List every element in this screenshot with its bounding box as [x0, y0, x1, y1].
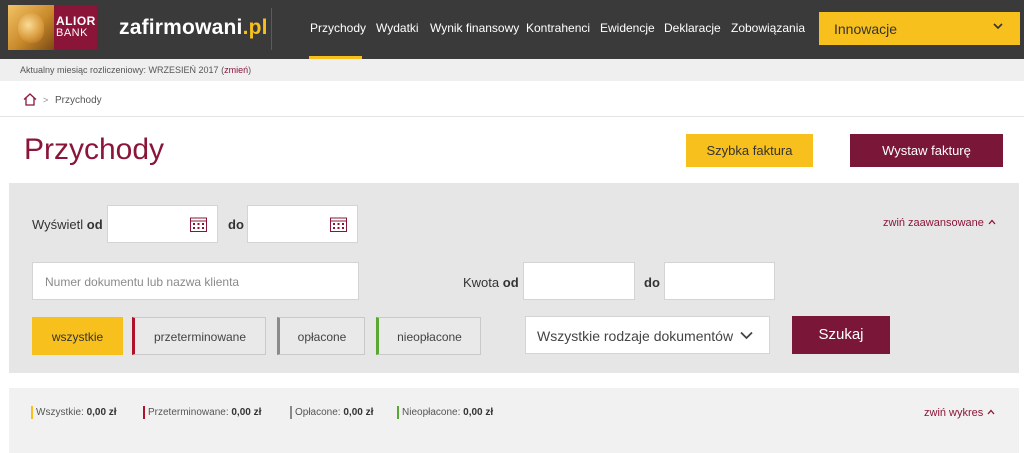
- collapse-advanced-label: zwiń zaawansowane: [883, 217, 984, 229]
- collapse-chart-link[interactable]: zwiń wykres: [924, 407, 995, 419]
- summary-overdue-value: 0,00 zł: [231, 407, 262, 418]
- amount-from-field[interactable]: [523, 262, 635, 300]
- close-paren: ): [248, 65, 252, 75]
- show-label: Wyświetl od: [32, 217, 103, 232]
- brand-name-ext: .pl: [242, 16, 268, 39]
- chevron-up-icon: [987, 409, 995, 415]
- billing-month-strip: Aktualny miesiąc rozliczeniowy: WRZESIEŃ…: [0, 59, 1024, 81]
- quick-invoice-button[interactable]: Szybka faktura: [686, 134, 813, 167]
- nav-item-zobowiazania[interactable]: Zobowiązania: [731, 21, 805, 35]
- brand-name-main: zafirmowani: [119, 16, 243, 39]
- date-to-label: do: [228, 217, 244, 232]
- calendar-icon[interactable]: [330, 216, 347, 232]
- chevron-down-icon: [993, 23, 1003, 30]
- amount-label: Kwota od: [463, 275, 519, 290]
- logo-line-2: BANK: [56, 27, 88, 39]
- innovations-dropdown[interactable]: Innowacje: [819, 12, 1020, 45]
- filter-panel: Wyświetl od do zwiń zaawansowane Numer d…: [9, 183, 1019, 373]
- nav-item-wynik-finansowy[interactable]: Wynik finansowy: [430, 21, 519, 35]
- summary-unpaid-value: 0,00 zł: [463, 407, 494, 418]
- nav-item-ewidencje[interactable]: Ewidencje: [600, 21, 655, 35]
- summary-paid-value: 0,00 zł: [343, 407, 374, 418]
- innovations-dropdown-label: Innowacje: [834, 21, 898, 37]
- chevron-down-icon: [740, 331, 753, 340]
- filter-overdue-button[interactable]: przeterminowane: [132, 317, 266, 355]
- breadcrumb-current: Przychody: [55, 95, 102, 106]
- summary-overdue-marker: [143, 406, 145, 419]
- date-to-field[interactable]: [247, 205, 358, 243]
- date-from-field[interactable]: [107, 205, 218, 243]
- breadcrumb: > Przychody: [0, 81, 1024, 117]
- filter-all-button[interactable]: wszystkie: [32, 317, 123, 355]
- billing-month-text: Aktualny miesiąc rozliczeniowy: WRZESIEŃ…: [20, 65, 251, 75]
- amount-from-label: od: [502, 275, 519, 290]
- summary-unpaid-marker: [397, 406, 399, 419]
- filter-unpaid-button[interactable]: nieopłacone: [376, 317, 481, 355]
- summary-all: Wszystkie: 0,00 zł: [31, 406, 117, 419]
- summary-unpaid: Nieopłacone: 0,00 zł: [397, 406, 494, 419]
- document-type-select[interactable]: Wszystkie rodzaje dokumentów: [525, 316, 770, 354]
- date-from-label: od: [86, 217, 103, 232]
- brand-name[interactable]: zafirmowani.pl: [119, 16, 268, 40]
- page-title: Przychody: [24, 133, 165, 166]
- search-input[interactable]: Numer dokumentu lub nazwa klienta: [32, 262, 359, 300]
- chevron-up-icon: [988, 219, 996, 225]
- nav-item-kontrahenci[interactable]: Kontrahenci: [526, 21, 590, 35]
- search-placeholder: Numer dokumentu lub nazwa klienta: [45, 275, 240, 289]
- home-icon[interactable]: [23, 93, 37, 106]
- summary-all-value: 0,00 zł: [86, 407, 117, 418]
- document-type-selected: Wszystkie rodzaje dokumentów: [537, 328, 734, 344]
- summary-paid: Opłacone: 0,00 zł: [290, 406, 374, 419]
- issue-invoice-button[interactable]: Wystaw fakturę: [850, 134, 1003, 167]
- nav-item-deklaracje[interactable]: Deklaracje: [664, 21, 721, 35]
- logo-line-1: ALIOR: [56, 14, 96, 28]
- logo-emblem: [8, 5, 54, 50]
- summary-all-marker: [31, 406, 33, 419]
- collapse-advanced-link[interactable]: zwiń zaawansowane: [883, 217, 996, 229]
- summary-bar: Wszystkie: 0,00 zł Przeterminowane: 0,00…: [9, 388, 1019, 453]
- breadcrumb-separator: >: [43, 95, 49, 105]
- amount-to-label: do: [644, 275, 660, 290]
- calendar-icon[interactable]: [190, 216, 207, 232]
- alior-bank-logo[interactable]: ALIOR BANK: [8, 5, 97, 50]
- amount-to-field[interactable]: [664, 262, 775, 300]
- search-button[interactable]: Szukaj: [792, 316, 890, 354]
- nav-item-wydatki[interactable]: Wydatki: [376, 21, 419, 35]
- brand-divider: [271, 8, 272, 50]
- summary-overdue: Przeterminowane: 0,00 zł: [143, 406, 262, 419]
- top-navigation-bar: ALIOR BANK zafirmowani.pl Przychody Wyda…: [0, 0, 1024, 59]
- filter-paid-button[interactable]: opłacone: [277, 317, 365, 355]
- change-month-link[interactable]: zmień: [224, 65, 248, 75]
- nav-item-przychody[interactable]: Przychody: [310, 21, 366, 35]
- summary-paid-marker: [290, 406, 292, 419]
- collapse-chart-label: zwiń wykres: [924, 407, 984, 419]
- billing-month-label: Aktualny miesiąc rozliczeniowy: WRZESIEŃ…: [20, 65, 219, 75]
